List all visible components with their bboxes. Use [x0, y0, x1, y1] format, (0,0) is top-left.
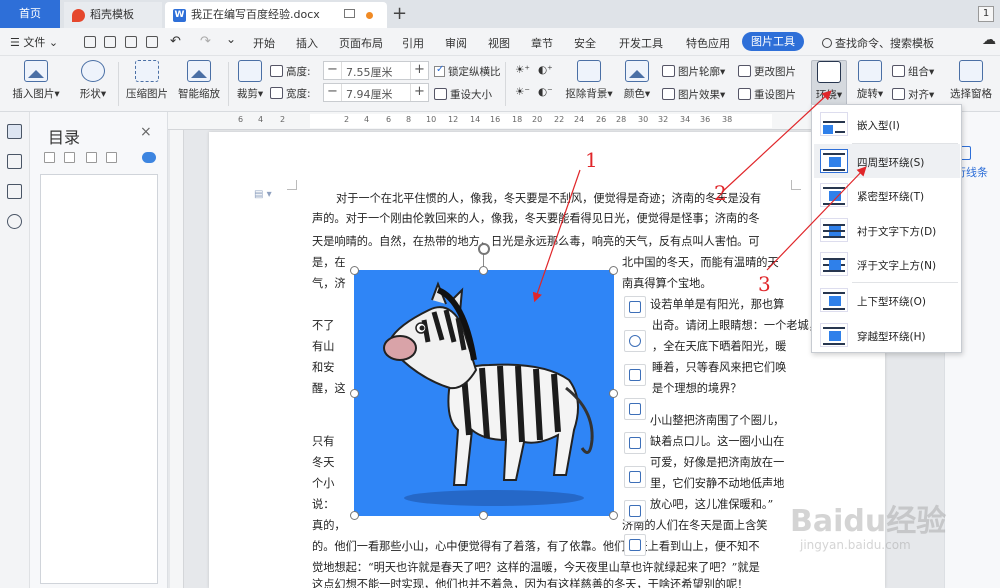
annotation-arrow-1 [532, 169, 581, 303]
annotation-number-2: 2 [714, 181, 727, 205]
annotation-number-1: 1 [585, 148, 598, 172]
baidu-watermark: Baidu经验 jingyan.baidu.com [790, 496, 946, 552]
watermark-main: Baidu经验 [790, 504, 947, 539]
annotation-arrow-2 [721, 90, 832, 193]
annotation-arrow-3 [766, 166, 867, 271]
watermark-sub: jingyan.baidu.com [800, 538, 911, 552]
annotation-number-3: 3 [758, 272, 771, 296]
